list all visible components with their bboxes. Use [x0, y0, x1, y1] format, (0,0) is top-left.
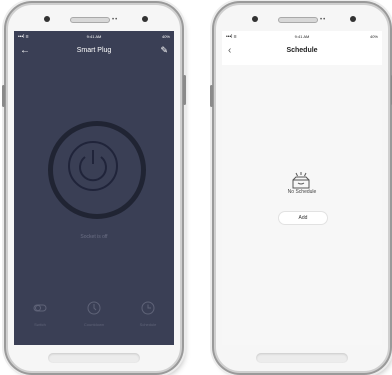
front-sensor: [350, 16, 356, 22]
socket-status-text: Socket is off: [80, 234, 108, 240]
switch-icon: [33, 304, 47, 312]
empty-box-icon: [292, 172, 310, 189]
schedule-icon: [141, 301, 155, 315]
front-sensor: [142, 16, 148, 22]
nav-bar: ← Smart Plug ✎: [14, 43, 174, 63]
volume-button: [2, 85, 5, 107]
edit-pencil-icon[interactable]: ✎: [160, 45, 168, 56]
battery-indicator: 40%: [161, 34, 170, 39]
status-time: 9:41 AM: [294, 34, 310, 39]
countdown-button[interactable]: Countdown: [74, 301, 114, 327]
schedule-screen: •••l ≡ 9:41 AM 40% ‹ Schedule No Schedul…: [222, 31, 382, 345]
phone-frame-left: •• •••l ≡ 9:41 AM 40% ← Smart Plug ✎ Soc…: [2, 3, 186, 373]
status-bar: •••l ≡ 9:41 AM 40%: [14, 31, 174, 41]
empty-state-text: No Schedule: [287, 189, 317, 195]
page-title: Schedule: [286, 47, 318, 54]
sensor-dots: ••: [320, 17, 327, 23]
switch-label: Switch: [34, 322, 46, 327]
battery-indicator: 40%: [369, 34, 378, 39]
schedule-label: Schedule: [139, 322, 157, 327]
smart-plug-screen: •••l ≡ 9:41 AM 40% ← Smart Plug ✎ Socket…: [14, 31, 174, 345]
front-camera: [252, 16, 258, 22]
power-button-ring[interactable]: [48, 121, 146, 219]
earpiece-speaker: [278, 17, 318, 23]
schedule-body: No Schedule Add: [222, 65, 382, 345]
home-button[interactable]: [48, 353, 140, 363]
countdown-icon: [87, 301, 101, 315]
home-button[interactable]: [256, 353, 348, 363]
switch-button[interactable]: Switch: [20, 301, 60, 327]
status-time: 9:41 AM: [86, 34, 102, 39]
status-bar: •••l ≡ 9:41 AM 40%: [222, 31, 382, 41]
schedule-button[interactable]: Schedule: [128, 301, 168, 327]
phone-frame-right: •• •••l ≡ 9:41 AM 40% ‹ Schedule No Sche…: [210, 3, 392, 373]
nav-bar: ‹ Schedule: [222, 43, 382, 63]
page-title: Smart Plug: [76, 47, 112, 54]
volume-button: [210, 85, 213, 107]
countdown-label: Countdown: [83, 322, 105, 327]
sensor-dots: ••: [112, 17, 119, 23]
add-schedule-button[interactable]: Add: [278, 211, 328, 225]
power-button: [183, 75, 186, 105]
power-icon: [68, 141, 118, 191]
front-camera: [44, 16, 50, 22]
earpiece-speaker: [70, 17, 110, 23]
